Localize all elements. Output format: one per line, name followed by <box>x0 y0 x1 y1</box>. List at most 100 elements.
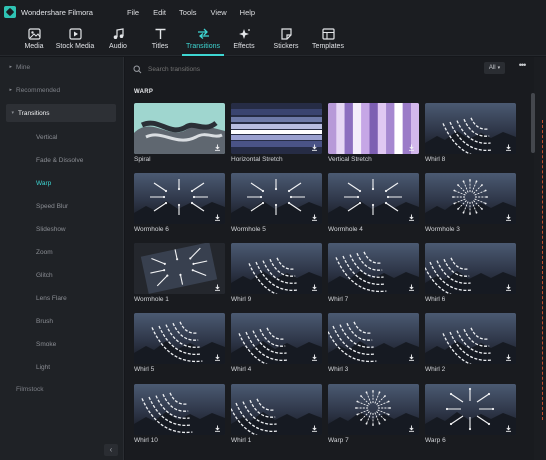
download-icon[interactable] <box>408 425 415 432</box>
transition-card[interactable]: Wormhole 4 <box>328 173 419 233</box>
media-icon <box>27 28 41 40</box>
menu-file[interactable]: File <box>127 8 139 17</box>
transition-card[interactable]: Warp 6 <box>425 384 516 444</box>
download-icon[interactable] <box>408 284 415 291</box>
transition-card[interactable]: Wormhole 6 <box>134 173 225 233</box>
transition-thumbnail[interactable] <box>328 384 419 435</box>
transition-thumbnail[interactable] <box>134 313 225 364</box>
sidebar-item-zoom[interactable]: Zoom <box>0 243 124 261</box>
tab-stickers[interactable]: Stickers <box>264 28 308 50</box>
transition-card[interactable]: Whirl 10 <box>134 384 225 444</box>
transition-thumbnail[interactable] <box>231 103 322 154</box>
transition-thumbnail[interactable] <box>425 384 516 435</box>
transition-thumbnail[interactable] <box>231 243 322 294</box>
sidebar-item-filmstock[interactable]: Filmstock <box>0 380 124 398</box>
sidebar-item-recommended[interactable]: ▸ Recommended <box>0 81 124 99</box>
sidebar-item-label: Brush <box>36 317 53 325</box>
menu-edit[interactable]: Edit <box>153 8 166 17</box>
transition-card[interactable]: Wormhole 3 <box>425 173 516 233</box>
download-icon[interactable] <box>214 214 221 221</box>
sidebar-item-mine[interactable]: ▸ Mine <box>0 58 124 76</box>
transition-thumbnail[interactable] <box>134 173 225 224</box>
sidebar-item-smoke[interactable]: Smoke <box>0 335 124 353</box>
transition-thumbnail[interactable] <box>425 243 516 294</box>
timeline-marker <box>542 120 543 420</box>
download-icon[interactable] <box>214 284 221 291</box>
transition-card[interactable]: Spiral <box>134 103 225 163</box>
transition-card[interactable]: Whirl 6 <box>425 243 516 303</box>
tab-templates[interactable]: Templates <box>306 28 350 50</box>
transition-thumbnail[interactable] <box>328 103 419 154</box>
download-icon[interactable] <box>214 425 221 432</box>
transition-thumbnail[interactable] <box>425 103 516 154</box>
download-icon[interactable] <box>311 425 318 432</box>
sidebar-item-light[interactable]: Light <box>0 358 124 376</box>
download-icon[interactable] <box>311 354 318 361</box>
download-icon[interactable] <box>505 425 512 432</box>
transition-thumbnail[interactable] <box>231 313 322 364</box>
transition-card[interactable]: Horizontal Stretch <box>231 103 322 163</box>
grid-scrollbar[interactable] <box>531 93 535 153</box>
tab-transitions[interactable]: Transitions <box>181 28 225 50</box>
transition-thumbnail[interactable] <box>134 103 225 154</box>
transition-card[interactable]: Whirl 2 <box>425 313 516 373</box>
transition-thumbnail[interactable] <box>425 313 516 364</box>
sidebar-item-slideshow[interactable]: Slideshow <box>0 220 124 238</box>
transition-card[interactable]: Whirl 3 <box>328 313 419 373</box>
transition-card[interactable]: Whirl 1 <box>231 384 322 444</box>
transition-thumbnail[interactable] <box>425 173 516 224</box>
search-input[interactable] <box>148 65 348 73</box>
download-icon[interactable] <box>311 284 318 291</box>
download-icon[interactable] <box>505 354 512 361</box>
download-icon[interactable] <box>408 214 415 221</box>
transition-card[interactable]: Warp 7 <box>328 384 419 444</box>
sidebar-item-lens-flare[interactable]: Lens Flare <box>0 289 124 307</box>
download-icon[interactable] <box>408 144 415 151</box>
menu-view[interactable]: View <box>211 8 227 17</box>
tab-stock-media[interactable]: Stock Media <box>53 28 97 50</box>
transition-thumbnail[interactable] <box>328 313 419 364</box>
transition-card[interactable]: Whirl 8 <box>425 103 516 163</box>
sidebar-item-transitions[interactable]: ▾ Transitions <box>6 104 116 122</box>
sidebar-item-fade-dissolve[interactable]: Fade & Dissolve <box>0 151 124 169</box>
sidebar-item-warp[interactable]: Warp <box>0 174 124 192</box>
sidebar-item-label: Light <box>36 363 51 371</box>
download-icon[interactable] <box>311 214 318 221</box>
transition-thumbnail[interactable] <box>328 243 419 294</box>
tab-effects[interactable]: Effects <box>222 28 266 50</box>
transition-thumbnail[interactable] <box>134 384 225 435</box>
transition-card[interactable]: Whirl 5 <box>134 313 225 373</box>
tab-media[interactable]: Media <box>12 28 56 50</box>
sidebar-item-vertical[interactable]: Vertical <box>0 128 124 146</box>
filter-dropdown[interactable]: All ▾ <box>484 62 505 74</box>
transition-thumbnail[interactable] <box>328 173 419 224</box>
collapse-sidebar-button[interactable]: ‹ <box>104 444 118 456</box>
download-icon[interactable] <box>214 144 221 151</box>
transition-card[interactable]: Wormhole 1 <box>134 243 225 303</box>
transition-card[interactable]: Whirl 7 <box>328 243 419 303</box>
menu-help[interactable]: Help <box>240 8 255 17</box>
download-icon[interactable] <box>505 144 512 151</box>
sidebar-item-brush[interactable]: Brush <box>0 312 124 330</box>
tab-titles[interactable]: Titles <box>138 28 182 50</box>
download-icon[interactable] <box>311 144 318 151</box>
download-icon[interactable] <box>505 214 512 221</box>
transition-card[interactable]: Whirl 9 <box>231 243 322 303</box>
tab-audio[interactable]: Audio <box>96 28 140 50</box>
transition-card[interactable]: Vertical Stretch <box>328 103 419 163</box>
transition-thumbnail[interactable] <box>134 243 225 294</box>
sidebar-item-label: Slideshow <box>36 225 66 233</box>
sidebar-item-glitch[interactable]: Glitch <box>0 266 124 284</box>
transition-card[interactable]: Whirl 4 <box>231 313 322 373</box>
transition-thumbnail[interactable] <box>231 173 322 224</box>
sidebar-item-speed-blur[interactable]: Speed Blur <box>0 197 124 215</box>
stock-media-icon <box>68 28 82 40</box>
download-icon[interactable] <box>408 354 415 361</box>
sidebar-item-label: Lens Flare <box>36 294 67 302</box>
download-icon[interactable] <box>214 354 221 361</box>
transition-card[interactable]: Wormhole 5 <box>231 173 322 233</box>
transition-thumbnail[interactable] <box>231 384 322 435</box>
menu-tools[interactable]: Tools <box>179 8 197 17</box>
more-options-button[interactable]: ••• <box>515 61 529 73</box>
download-icon[interactable] <box>505 284 512 291</box>
